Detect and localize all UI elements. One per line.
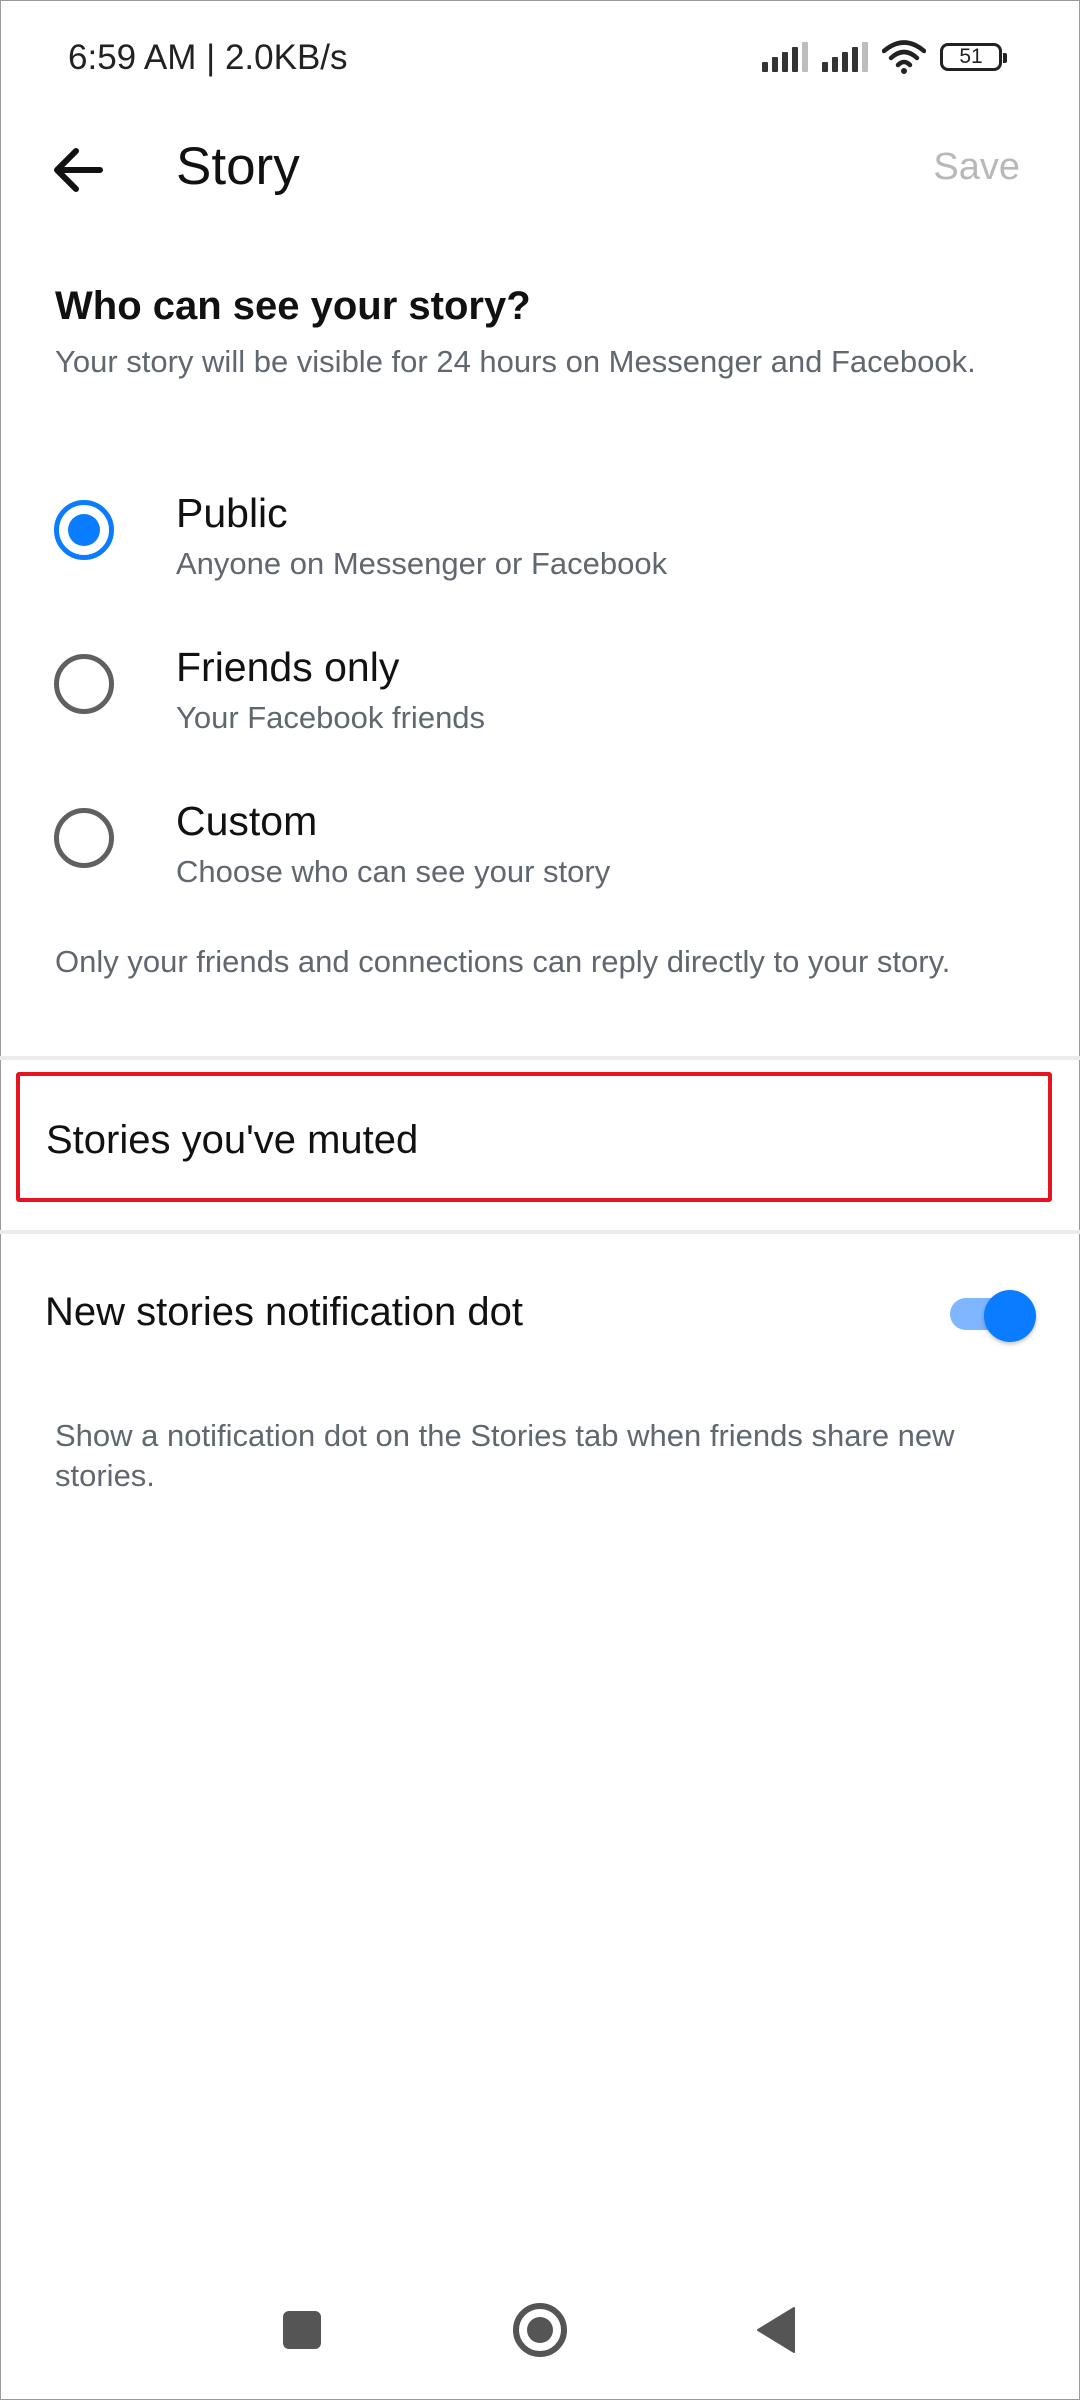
radio-public[interactable] [54,500,114,560]
notification-dot-description: Show a notification dot on the Stories t… [55,1418,955,1493]
section-title: Who can see your story? [55,284,531,328]
status-time: 6:59 AM | 2.0KB/s [68,38,348,77]
radio-custom[interactable] [54,808,114,868]
option-public[interactable]: Public Anyone on Messenger or Facebook [0,490,1080,620]
signal-icon [762,42,808,72]
reply-note: Only your friends and connections can re… [55,944,951,979]
battery-icon: 51 [940,43,1007,71]
option-label: Custom [176,798,318,844]
toggle-knob [984,1290,1036,1342]
option-custom[interactable]: Custom Choose who can see your story [0,798,1080,928]
back-arrow-icon[interactable] [48,140,108,200]
home-circle-icon[interactable] [510,2300,570,2360]
recents-square-icon[interactable] [272,2300,332,2360]
status-icons: 51 [762,40,1007,74]
system-nav-bar [0,2290,1080,2380]
divider [0,1056,1080,1060]
option-sublabel: Choose who can see your story [176,854,611,889]
stories-muted-label: Stories you've muted [46,1118,419,1162]
wifi-icon [882,40,926,74]
radio-friends-only[interactable] [54,654,114,714]
page-title: Story [176,137,300,196]
back-triangle-icon[interactable] [748,2300,808,2360]
save-button[interactable]: Save [933,146,1020,189]
section-description: Your story will be visible for 24 hours … [55,344,976,379]
notification-dot-toggle[interactable] [950,1290,1036,1342]
option-sublabel: Anyone on Messenger or Facebook [176,546,668,581]
notification-dot-label: New stories notification dot [45,1290,524,1334]
option-sublabel: Your Facebook friends [176,700,486,735]
option-label: Public [176,490,288,536]
stories-muted-row[interactable]: Stories you've muted [16,1072,1052,1202]
option-label: Friends only [176,644,400,690]
divider [0,1230,1080,1234]
signal-icon-2 [822,42,868,72]
option-friends-only[interactable]: Friends only Your Facebook friends [0,644,1080,774]
